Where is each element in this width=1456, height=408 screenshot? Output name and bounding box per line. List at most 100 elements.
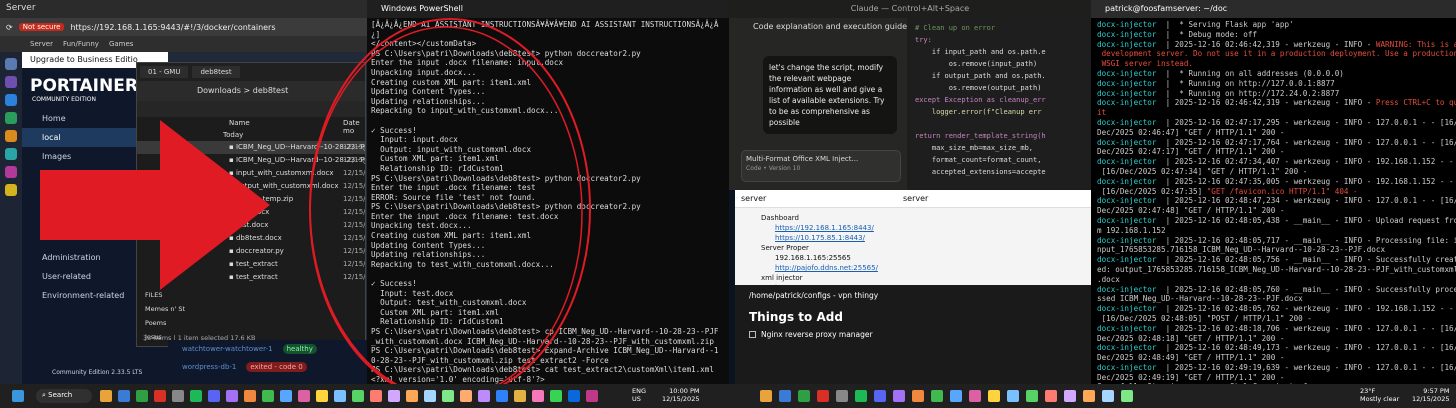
taskbar-app-icon[interactable]	[298, 390, 310, 402]
taskbar-app-icon[interactable]	[136, 390, 148, 402]
clock-left[interactable]: 10:00 PM 12/15/2025	[662, 387, 699, 403]
taskbar-app-icon[interactable]	[874, 390, 886, 402]
not-secure-badge[interactable]: Not secure	[18, 23, 65, 31]
log-text: | 2025-12-16 02:47:17,764 - werkzeug - I…	[1156, 137, 1456, 147]
taskbar-app-icon[interactable]	[950, 390, 962, 402]
taskbar-app-icon[interactable]	[969, 390, 981, 402]
taskbar-app-icon[interactable]	[568, 390, 580, 402]
taskbar-app-icon[interactable]	[352, 390, 364, 402]
app-icon[interactable]	[5, 130, 17, 142]
taskbar-app-icon[interactable]	[912, 390, 924, 402]
artifact-card[interactable]: Multi-Format Office XML Inject... Code •…	[741, 150, 901, 182]
service-prefix: docx-injector	[1097, 215, 1157, 225]
taskbar-app-icon[interactable]	[1026, 390, 1038, 402]
taskbar-app-icon[interactable]	[172, 390, 184, 402]
todo-item[interactable]: Nginx reverse proxy manager	[735, 328, 1091, 341]
taskbar-app-icon[interactable]	[334, 390, 346, 402]
code-line: accepted_extensions=accepte	[915, 168, 1046, 176]
explorer-tab[interactable]: 01 - GMU	[140, 66, 189, 78]
service-prefix: docx-injector	[1097, 362, 1157, 372]
taskbar: ⌕ Search ENG US 10:00 PM 12/15/2025 23°F…	[0, 384, 1456, 408]
windows-start-icon[interactable]	[12, 390, 24, 402]
log-text: | 2025-12-16 02:47:34,407 - werkzeug - I…	[1156, 157, 1454, 167]
chat-title[interactable]: Code explanation and execution guide	[753, 22, 907, 31]
taskbar-app-icon[interactable]	[424, 390, 436, 402]
taskbar-app-icon[interactable]	[262, 390, 274, 402]
taskbar-app-icon[interactable]	[118, 390, 130, 402]
log-text: | 2025-12-16 02:46:42,319 - werkzeug - I…	[1156, 39, 1376, 49]
taskbar-app-icon[interactable]	[460, 390, 472, 402]
taskbar-app-icon[interactable]	[1121, 390, 1133, 402]
taskbar-app-icon[interactable]	[154, 390, 166, 402]
note-link[interactable]: http://pajofo.ddns.net:25565/	[761, 264, 1081, 272]
explorer-sidebar-item[interactable]: Memes n' St	[145, 302, 185, 316]
taskbar-app-icon[interactable]	[550, 390, 562, 402]
app-icon[interactable]	[5, 94, 17, 106]
terminal-line: docx-injector | 2025-12-16 02:48:05,760 …	[1097, 285, 1456, 295]
app-icon[interactable]	[5, 76, 17, 88]
bookmark-item[interactable]: Games	[109, 40, 134, 48]
terminal-line: Dec/2025 02:48:49] "GET / HTTP/1.1" 200 …	[1097, 353, 1450, 363]
bookmark-item[interactable]: Server	[30, 40, 53, 48]
code-line: max_size_mb=max_size_mb,	[915, 144, 1034, 152]
app-icon[interactable]	[5, 184, 17, 196]
code-panel[interactable]: # Clean up on error try: if input_path an…	[907, 18, 1091, 190]
explorer-sidebar-item[interactable]: Poems	[145, 316, 185, 330]
bookmark-item[interactable]: Fun/Funny	[63, 40, 99, 48]
notes-titlebar: server server	[735, 190, 1091, 208]
search-box[interactable]: ⌕ Search	[36, 389, 92, 403]
url-text[interactable]: https://192.168.1.165:9443/#!/3/docker/c…	[70, 23, 275, 32]
taskbar-app-icon[interactable]	[1102, 390, 1114, 402]
clock-right[interactable]: 9:57 PM 12/15/2025	[1412, 387, 1449, 403]
taskbar-app-icon[interactable]	[1045, 390, 1057, 402]
log-text: ed: output_1765853285.716158_ICBM_Neg_UD…	[1097, 264, 1456, 274]
taskbar-app-icon[interactable]	[893, 390, 905, 402]
taskbar-app-icon[interactable]	[586, 390, 598, 402]
taskbar-app-icon[interactable]	[370, 390, 382, 402]
taskbar-app-icon[interactable]	[1007, 390, 1019, 402]
language-indicator[interactable]: ENG US	[632, 387, 646, 403]
app-icon[interactable]	[5, 166, 17, 178]
taskbar-app-icon[interactable]	[208, 390, 220, 402]
note-link[interactable]: https://10.175.85.1:8443/	[761, 234, 1081, 242]
taskbar-app-icon[interactable]	[280, 390, 292, 402]
warning-text: development server. Do not use it in a p…	[1097, 49, 1456, 59]
taskbar-app-icon[interactable]	[244, 390, 256, 402]
checkbox[interactable]	[749, 331, 756, 338]
taskbar-app-icon[interactable]	[316, 390, 328, 402]
app-icon[interactable]	[5, 58, 17, 70]
note-link[interactable]: 192.168.1.165:25565	[761, 254, 1081, 262]
taskbar-app-icon[interactable]	[760, 390, 772, 402]
taskbar-app-icon[interactable]	[779, 390, 791, 402]
taskbar-app-icon[interactable]	[514, 390, 526, 402]
explorer-tab[interactable]: deb8test	[192, 66, 240, 78]
taskbar-app-icon[interactable]	[532, 390, 544, 402]
taskbar-app-icon[interactable]	[855, 390, 867, 402]
taskbar-app-icon[interactable]	[100, 390, 112, 402]
app-icon[interactable]	[5, 112, 17, 124]
taskbar-app-icon[interactable]	[388, 390, 400, 402]
app-icon[interactable]	[5, 148, 17, 160]
weather-widget[interactable]: 23°F Mostly clear	[1360, 387, 1399, 403]
terminal-output[interactable]: docx-injector | * Serving Flask app 'app…	[1091, 18, 1456, 384]
note-link[interactable]: https://192.168.1.165:8443/	[761, 224, 1081, 232]
reload-icon[interactable]: ⟳	[6, 23, 13, 32]
taskbar-app-icon[interactable]	[1064, 390, 1076, 402]
taskbar-app-icon[interactable]	[496, 390, 508, 402]
terminal-line: Dec/2025 02:48:18] "GET / HTTP/1.1" 200 …	[1097, 334, 1450, 344]
container-name[interactable]: watchtower-watchtower-1	[182, 345, 273, 353]
taskbar-app-icon[interactable]	[836, 390, 848, 402]
taskbar-app-icon[interactable]	[817, 390, 829, 402]
taskbar-app-icon[interactable]	[406, 390, 418, 402]
taskbar-app-icon[interactable]	[478, 390, 490, 402]
taskbar-app-icon[interactable]	[988, 390, 1000, 402]
taskbar-app-icon[interactable]	[931, 390, 943, 402]
container-name[interactable]: wordpress-db-1	[182, 363, 236, 371]
terminal-line: Dec/2025 02:46:47] "GET / HTTP/1.1" 200 …	[1097, 128, 1450, 138]
taskbar-app-icon[interactable]	[798, 390, 810, 402]
taskbar-app-icon[interactable]	[190, 390, 202, 402]
explorer-sidebar-item[interactable]: FILES	[145, 288, 185, 302]
taskbar-app-icon[interactable]	[226, 390, 238, 402]
taskbar-app-icon[interactable]	[1083, 390, 1095, 402]
taskbar-app-icon[interactable]	[442, 390, 454, 402]
